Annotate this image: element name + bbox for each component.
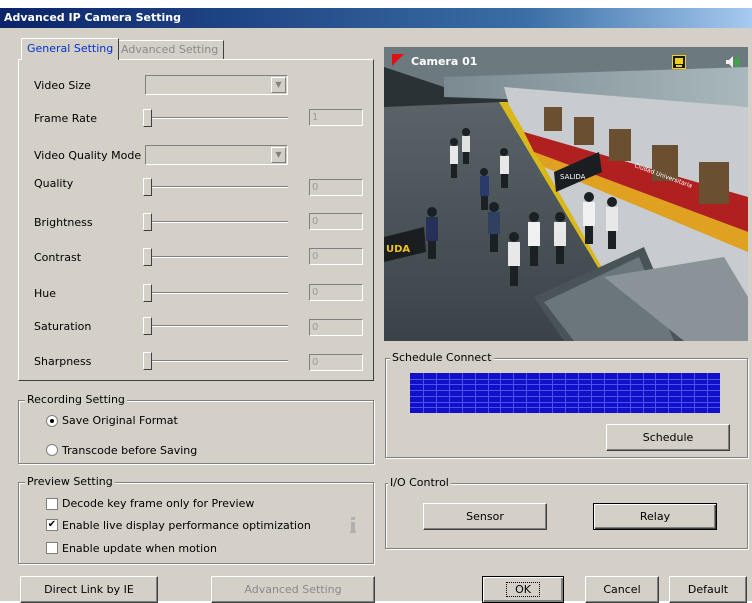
brightness-value: 0 xyxy=(309,213,363,230)
ok-button-label: OK xyxy=(506,582,540,597)
transcode-radio[interactable] xyxy=(46,444,58,456)
brightness-slider-track[interactable] xyxy=(144,221,288,223)
save-original-radio[interactable] xyxy=(46,415,58,427)
sharpness-slider-thumb[interactable] xyxy=(143,352,152,370)
direct-link-button[interactable]: Direct Link by IE xyxy=(20,576,158,603)
brightness-label: Brightness xyxy=(34,216,93,229)
camera-status-flag-icon xyxy=(392,54,404,66)
enable-live-checkbox[interactable]: ✔ xyxy=(46,519,58,531)
saturation-value: 0 xyxy=(309,319,363,336)
advanced-setting-button[interactable]: Advanced Setting xyxy=(211,576,375,603)
save-original-label[interactable]: Save Original Format xyxy=(62,414,178,427)
decode-key-frame-label[interactable]: Decode key frame only for Preview xyxy=(62,497,254,510)
salida-sign-text: SALIDA xyxy=(560,173,586,181)
decode-key-frame-checkbox[interactable] xyxy=(46,498,58,510)
quality-label: Quality xyxy=(34,177,74,190)
tab-advanced-setting[interactable]: Advanced Setting xyxy=(115,40,225,60)
schedule-button[interactable]: Schedule xyxy=(606,424,730,451)
recording-setting-title: Recording Setting xyxy=(25,393,127,406)
quality-slider-thumb[interactable] xyxy=(143,178,152,196)
schedule-grid-cells[interactable] xyxy=(410,373,720,413)
frame-rate-slider-track[interactable] xyxy=(144,117,288,119)
ok-button[interactable]: OK xyxy=(482,576,564,603)
enable-update-checkbox[interactable] xyxy=(46,542,58,554)
camera-video-preview[interactable]: SALIDA Ciudad Universitaria UDA Camera 0… xyxy=(384,47,748,341)
speaker-icon[interactable] xyxy=(725,55,741,69)
quality-slider-track[interactable] xyxy=(144,186,288,188)
contrast-slider-thumb[interactable] xyxy=(143,248,152,266)
snapshot-icon[interactable] xyxy=(672,55,686,69)
tab-general-setting[interactable]: General Setting xyxy=(21,38,120,60)
video-size-select[interactable]: ▼ xyxy=(145,75,288,95)
default-button[interactable]: Default xyxy=(669,576,747,603)
quality-value: 0 xyxy=(309,179,363,196)
enable-update-label[interactable]: Enable update when motion xyxy=(62,542,217,555)
relay-button[interactable]: Relay xyxy=(593,503,717,530)
saturation-slider-thumb[interactable] xyxy=(143,317,152,335)
hue-value: 0 xyxy=(309,284,363,301)
frame-rate-label: Frame Rate xyxy=(34,112,97,125)
preview-setting-title: Preview Setting xyxy=(25,475,115,488)
schedule-connect-title: Schedule Connect xyxy=(390,351,494,364)
schedule-grid[interactable] xyxy=(410,373,720,413)
hue-label: Hue xyxy=(34,287,57,300)
chevron-down-icon: ▼ xyxy=(271,77,286,93)
sensor-button[interactable]: Sensor xyxy=(423,503,547,530)
camera-name: Camera 01 xyxy=(411,55,478,68)
contrast-label: Contrast xyxy=(34,251,82,264)
sharpness-slider-track[interactable] xyxy=(144,360,288,362)
hue-slider-thumb[interactable] xyxy=(143,284,152,302)
video-quality-mode-label: Video Quality Mode xyxy=(34,149,142,162)
window-title: Advanced IP Camera Setting xyxy=(0,8,752,28)
io-control-title: I/O Control xyxy=(388,476,451,489)
saturation-label: Saturation xyxy=(34,320,92,333)
video-quality-mode-select[interactable]: ▼ xyxy=(145,145,288,165)
cancel-button[interactable]: Cancel xyxy=(585,576,659,603)
platform-sign-text: UDA xyxy=(386,244,410,255)
brightness-slider-thumb[interactable] xyxy=(143,213,152,231)
frame-rate-value: 1 xyxy=(309,109,363,126)
info-icon[interactable] xyxy=(348,515,358,535)
saturation-slider-track[interactable] xyxy=(144,325,288,327)
sharpness-label: Sharpness xyxy=(34,355,92,368)
contrast-slider-track[interactable] xyxy=(144,256,288,258)
video-size-label: Video Size xyxy=(34,79,91,92)
chevron-down-icon: ▼ xyxy=(271,147,286,163)
sharpness-value: 0 xyxy=(309,354,363,371)
enable-live-label[interactable]: Enable live display performance optimiza… xyxy=(62,519,311,532)
frame-rate-slider-thumb[interactable] xyxy=(143,109,152,127)
contrast-value: 0 xyxy=(309,248,363,265)
transcode-label[interactable]: Transcode before Saving xyxy=(62,444,197,457)
hue-slider-track[interactable] xyxy=(144,292,288,294)
